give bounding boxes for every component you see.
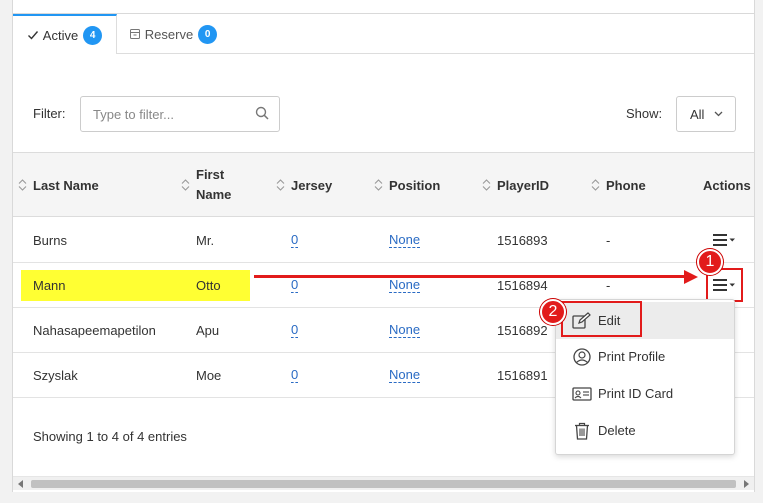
position-link[interactable]: None	[389, 367, 421, 383]
sort-icon[interactable]	[18, 179, 27, 191]
menu-item-print-id-card[interactable]: Print ID Card	[556, 375, 734, 412]
annotation-marker-1: 1	[697, 249, 723, 275]
tabs-divider	[117, 53, 754, 54]
cell-phone: -	[606, 232, 611, 248]
annotation-box-edit	[561, 301, 642, 337]
menu-item-print-id-card-label: Print ID Card	[598, 386, 674, 401]
horizontal-scrollbar[interactable]	[13, 476, 754, 490]
user-circle-icon	[572, 347, 592, 367]
column-header-player-id[interactable]: PlayerID	[497, 153, 549, 217]
sort-icon[interactable]	[276, 179, 285, 191]
tab-reserve-count-badge: 0	[198, 24, 218, 44]
jersey-link[interactable]: 0	[291, 232, 299, 248]
search-icon	[255, 106, 269, 120]
tab-active-count-badge: 4	[83, 25, 103, 45]
cell-first-name: Moe	[196, 367, 222, 383]
table-info: Showing 1 to 4 of 4 entries	[33, 429, 187, 444]
show-select-value: All	[690, 106, 705, 122]
cell-player-id: 1516894	[497, 277, 548, 293]
sort-icon[interactable]	[482, 179, 491, 191]
archive-icon	[129, 29, 140, 39]
position-link[interactable]: None	[389, 277, 421, 293]
jersey-link[interactable]: 0	[291, 322, 299, 338]
scrollbar-thumb[interactable]	[31, 480, 736, 488]
cell-last-name: Szyslak	[33, 367, 78, 383]
cell-first-name: Otto	[196, 277, 221, 293]
cell-first-name: Mr.	[196, 232, 215, 248]
tab-active[interactable]: Active 4	[13, 14, 117, 54]
show-label: Show:	[626, 106, 663, 121]
show-select[interactable]: All	[676, 96, 736, 132]
filter-input[interactable]	[80, 96, 280, 132]
annotation-arrow-head	[684, 270, 698, 284]
menu-item-print-profile[interactable]: Print Profile	[556, 338, 734, 375]
scroll-left-icon[interactable]	[18, 480, 23, 488]
column-header-position[interactable]: Position	[389, 153, 440, 217]
check-icon	[27, 31, 38, 40]
menu-item-print-profile-label: Print Profile	[598, 349, 666, 364]
cell-last-name: Nahasapeemapetilon	[33, 322, 156, 338]
cell-player-id: 1516891	[497, 367, 548, 383]
table-row: Burns Mr. 0 None 1516893 -	[13, 218, 754, 263]
sort-icon[interactable]	[181, 179, 190, 191]
sort-icon[interactable]	[374, 179, 383, 191]
sort-icon[interactable]	[591, 179, 600, 191]
column-header-actions: Actions	[703, 177, 751, 193]
actions-menu-icon[interactable]	[712, 232, 736, 248]
tab-reserve[interactable]: Reserve 0	[118, 14, 228, 54]
filter-label: Filter:	[33, 106, 66, 121]
cell-last-name: Mann	[33, 277, 66, 293]
column-header-last-name[interactable]: Last Name	[33, 153, 99, 217]
position-link[interactable]: None	[389, 322, 421, 338]
cell-player-id: 1516893	[497, 232, 548, 248]
column-header-jersey[interactable]: Jersey	[291, 153, 332, 217]
menu-item-delete-label: Delete	[598, 423, 636, 438]
menu-item-delete[interactable]: Delete	[556, 412, 734, 449]
annotation-marker-2: 2	[540, 299, 566, 325]
tab-active-label: Active	[42, 27, 79, 43]
column-header-phone[interactable]: Phone	[606, 153, 646, 217]
cell-last-name: Burns	[33, 232, 67, 248]
table-header: Last Name First Name Jersey Position Pla…	[13, 152, 754, 217]
tab-reserve-label: Reserve	[144, 26, 194, 42]
chevron-down-icon	[714, 111, 723, 117]
position-link[interactable]: None	[389, 232, 421, 248]
jersey-link[interactable]: 0	[291, 277, 299, 293]
annotation-arrow-line	[254, 275, 686, 278]
jersey-link[interactable]: 0	[291, 367, 299, 383]
column-header-first-name[interactable]: First Name	[196, 153, 231, 217]
cell-first-name: Apu	[196, 322, 220, 338]
trash-icon	[572, 421, 592, 441]
scroll-right-icon[interactable]	[744, 480, 749, 488]
id-card-icon	[572, 384, 592, 404]
